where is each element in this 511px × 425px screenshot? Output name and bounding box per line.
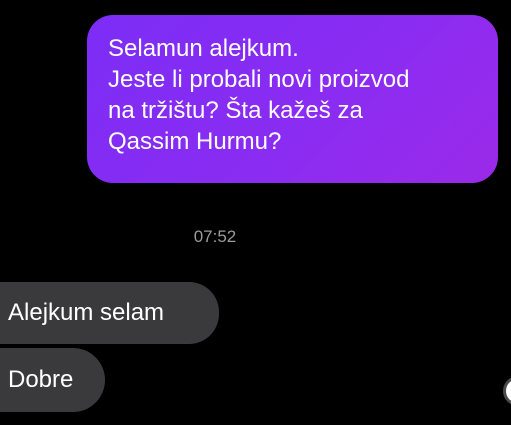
scroll-to-bottom-button[interactable] [503,376,511,406]
incoming-message-text: Alejkum selam [8,299,165,326]
incoming-message-bubble[interactable]: Dobre [0,348,105,412]
message-timestamp: 07:52 [193,227,237,246]
outgoing-message-bubble[interactable]: Selamun alejkum. Jeste li probali novi p… [87,15,498,183]
incoming-message-text: Dobre [8,366,74,393]
chat-thread[interactable]: Selamun alejkum. Jeste li probali novi p… [0,0,511,425]
incoming-message-bubble[interactable]: Alejkum selam [0,282,219,344]
